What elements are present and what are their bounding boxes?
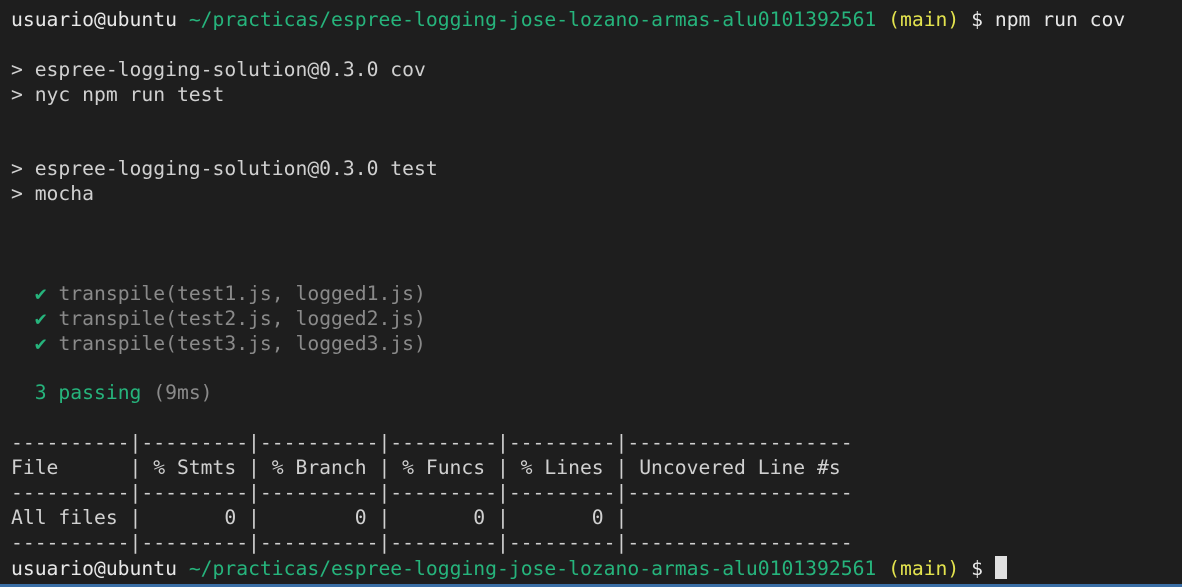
- test-name: transpile(test1.js, logged1.js): [58, 281, 426, 305]
- test-result-line: ✔ transpile(test2.js, logged2.js): [11, 307, 1182, 332]
- passing-count: 3 passing: [34, 381, 142, 405]
- test-result-line: ✔ transpile(test3.js, logged3.js): [11, 332, 1182, 357]
- test-script-header: > espree-logging-solution@0.3.0 test: [11, 157, 438, 181]
- coverage-separator: ----------|---------|----------|--------…: [11, 431, 853, 455]
- prompt-path: ~/practicas/espree-logging-jose-lozano-a…: [188, 556, 877, 580]
- prompt-path: ~/practicas/espree-logging-jose-lozano-a…: [188, 8, 877, 31]
- cov-script-header: > espree-logging-solution@0.3.0 cov: [11, 57, 426, 81]
- prompt-branch: (main): [888, 556, 960, 580]
- prompt-symbol: $: [971, 8, 983, 31]
- test-script-command: > mocha: [11, 182, 94, 206]
- test-name: transpile(test2.js, logged2.js): [58, 306, 426, 330]
- prompt-user: usuario@ubuntu: [11, 556, 177, 580]
- prompt-branch: (main): [888, 8, 960, 31]
- check-icon: ✔: [34, 306, 47, 330]
- check-icon: ✔: [34, 281, 47, 305]
- coverage-row-all-files: All files | 0 | 0 | 0 | 0 |: [11, 505, 853, 529]
- check-icon: ✔: [34, 331, 47, 355]
- prompt-symbol: $: [971, 556, 983, 580]
- terminal-window[interactable]: usuario@ubuntu ~/practicas/espree-loggin…: [0, 0, 1182, 587]
- test-duration: (9ms): [153, 381, 213, 405]
- test-result-line: ✔ transpile(test1.js, logged1.js): [11, 282, 1182, 307]
- coverage-header: File | % Stmts | % Branch | % Funcs | % …: [11, 456, 853, 480]
- prompt-line: usuario@ubuntu ~/practicas/espree-loggin…: [11, 8, 1182, 33]
- passing-summary: 3 passing (9ms): [11, 381, 1182, 406]
- prompt-user: usuario@ubuntu: [11, 8, 177, 31]
- text-cursor[interactable]: [994, 555, 1007, 579]
- coverage-separator: ----------|---------|----------|--------…: [11, 530, 853, 554]
- entered-command: npm run cov: [994, 8, 1126, 31]
- test-name: transpile(test3.js, logged3.js): [58, 331, 426, 355]
- cov-script-command: > nyc npm run test: [11, 82, 225, 106]
- coverage-separator: ----------|---------|----------|--------…: [11, 480, 853, 504]
- prompt-line: usuario@ubuntu ~/practicas/espree-loggin…: [11, 555, 1182, 581]
